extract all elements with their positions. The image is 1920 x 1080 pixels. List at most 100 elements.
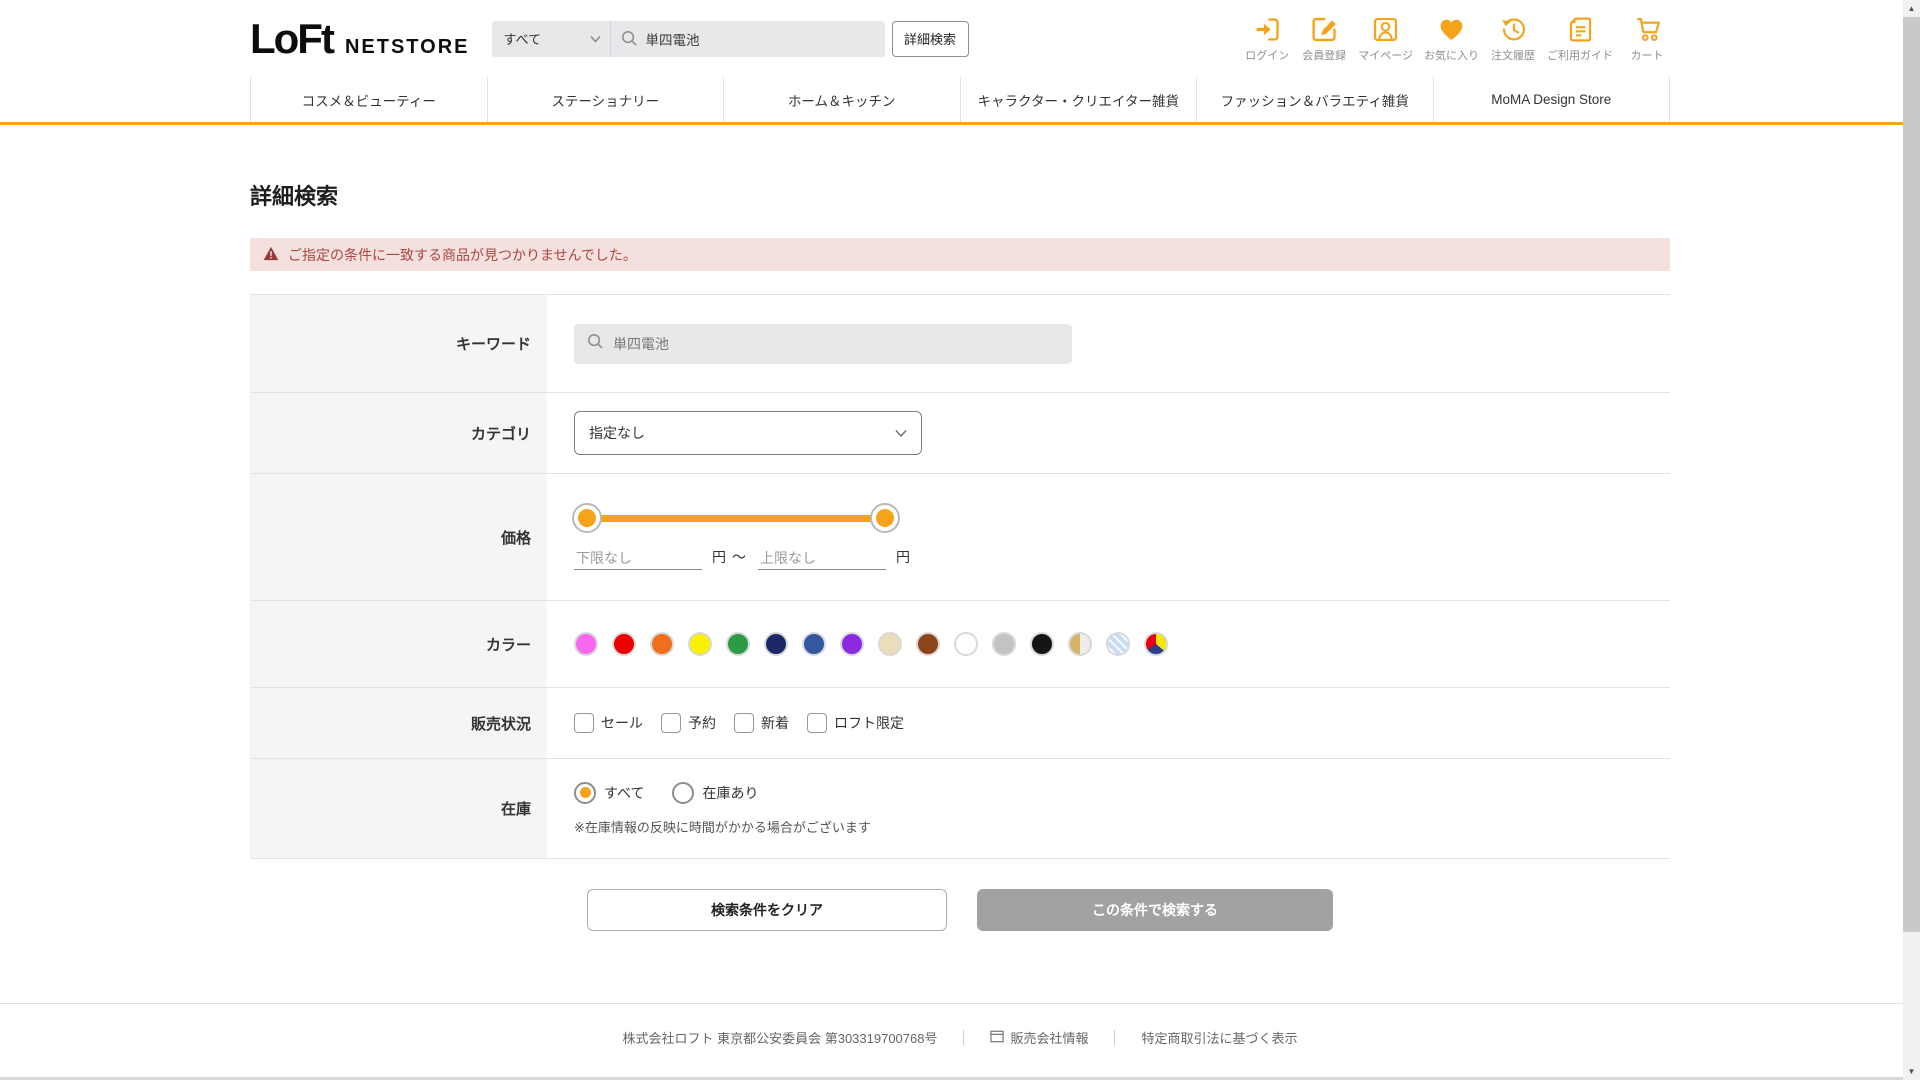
color-swatch-black[interactable] (1030, 632, 1054, 656)
color-swatch-navy[interactable] (764, 632, 788, 656)
search-with-conditions-button[interactable]: この条件で検索する (977, 889, 1333, 931)
header-link-register[interactable]: 会員登録 (1301, 14, 1347, 63)
error-message-bar: ご指定の条件に一致する商品が見つかりませんでした。 (250, 238, 1670, 271)
header-link-login[interactable]: ログイン (1244, 14, 1290, 63)
radio-button[interactable] (574, 781, 596, 804)
checkbox[interactable] (807, 713, 827, 733)
form-actions: 検索条件をクリア この条件で検索する (250, 889, 1670, 931)
color-swatch-green[interactable] (726, 632, 750, 656)
sales-status-option-0[interactable]: セール (574, 713, 643, 733)
color-swatch-clear[interactable] (1106, 632, 1130, 656)
color-swatch-red[interactable] (612, 632, 636, 656)
slider-handle-max[interactable] (872, 504, 898, 531)
search-icon (587, 333, 604, 355)
nav-item-4[interactable]: ファッション＆バラエティ雑貨 (1196, 77, 1433, 122)
nav-item-3[interactable]: キャラクター・クリエイター雑貨 (959, 77, 1197, 122)
color-swatch-orange[interactable] (650, 632, 674, 656)
yen-unit: 円 (712, 548, 726, 565)
keyword-field (574, 323, 1072, 364)
search-input[interactable] (637, 31, 885, 46)
history-icon (1499, 14, 1528, 44)
scrollbar-down-arrow[interactable]: ▼ (1903, 1063, 1920, 1080)
quick-link-label: 注文履歴 (1491, 50, 1535, 62)
color-label: カラー (250, 601, 547, 687)
radio-label: すべて (604, 784, 645, 801)
chevron-down-icon (589, 31, 601, 46)
header-link-mypage[interactable]: マイページ (1358, 14, 1413, 63)
register-icon (1310, 14, 1339, 44)
nav-item-5[interactable]: MoMA Design Store (1432, 77, 1670, 122)
vertical-scrollbar[interactable]: ▲ ▼ (1903, 0, 1920, 1080)
checkbox[interactable] (574, 713, 594, 733)
header-link-favorites[interactable]: お気に入り (1424, 14, 1479, 63)
quick-link-label: カート (1630, 50, 1664, 62)
clear-conditions-button[interactable]: 検索条件をクリア (587, 889, 947, 931)
checkbox[interactable] (734, 713, 754, 733)
search-bar: すべて (491, 20, 885, 57)
stock-option-0[interactable]: すべて (574, 781, 645, 804)
price-max-input[interactable] (758, 546, 886, 570)
mypage-icon (1371, 14, 1400, 44)
checkbox-label: 新着 (761, 715, 789, 731)
price-min-input[interactable] (574, 546, 702, 570)
chevron-down-icon (895, 425, 907, 441)
header-link-cart[interactable]: カート (1624, 14, 1670, 63)
radio-button[interactable] (672, 781, 695, 804)
keyword-label: キーワード (250, 295, 547, 392)
color-swatch-multicolor[interactable] (1144, 632, 1168, 656)
detail-search-button[interactable]: 詳細検索 (891, 20, 969, 57)
nav-item-1[interactable]: ステーショナリー (486, 77, 724, 122)
header-link-order-history[interactable]: 注文履歴 (1490, 14, 1536, 63)
logo-store-text: NETSTORE (344, 35, 470, 58)
quick-link-label: ログイン (1245, 50, 1290, 62)
color-swatch-purple[interactable] (840, 632, 864, 656)
color-swatches (574, 632, 1168, 656)
main-content: 詳細検索 ご指定の条件に一致する商品が見つかりませんでした。 キーワード カテゴ… (250, 179, 1670, 931)
scrollbar-up-arrow[interactable]: ▲ (1903, 0, 1920, 17)
keyword-input[interactable] (604, 335, 1072, 352)
search-category-dropdown[interactable]: すべて (492, 21, 610, 57)
range-separator: ～ (732, 548, 746, 565)
slider-track (587, 514, 885, 522)
header-quick-links: ログイン 会員登録 マイページ お気に入り 注文履歴 ご利用ガイド カート (1244, 14, 1670, 63)
color-swatch-white[interactable] (954, 632, 978, 656)
color-swatch-yellow[interactable] (688, 632, 712, 656)
footer-link-legal[interactable]: 特定商取引法に基づく表示 (1141, 1028, 1297, 1047)
color-swatch-beige[interactable] (878, 632, 902, 656)
category-value: 指定なし (589, 425, 645, 441)
price-label: 価格 (250, 474, 547, 600)
window-icon (990, 1030, 1005, 1046)
quick-link-label: 会員登録 (1302, 50, 1347, 62)
sales-status-option-1[interactable]: 予約 (661, 713, 716, 733)
nav-item-0[interactable]: コスメ＆ビューティー (250, 77, 487, 122)
quick-link-label: マイページ (1358, 50, 1413, 62)
stock-option-1[interactable]: 在庫あり (672, 781, 758, 804)
checkbox[interactable] (661, 713, 681, 733)
error-message-text: ご指定の条件に一致する商品が見つかりませんでした。 (288, 246, 637, 263)
form-row-stock: 在庫 すべて 在庫あり ※在庫情報の反映に時間がかかる場合がございます (250, 759, 1670, 859)
color-swatch-gray[interactable] (992, 632, 1016, 656)
sales-status-option-2[interactable]: 新着 (734, 713, 789, 733)
slider-handle-min[interactable] (574, 504, 600, 531)
color-swatch-brown[interactable] (916, 632, 940, 656)
footer-separator (963, 1030, 965, 1045)
site-header: LoFt NETSTORE すべて 詳細検索 ログイン会員登録マイページお気に入… (0, 0, 1920, 77)
color-swatch-blue[interactable] (802, 632, 826, 656)
color-swatch-gold-silver[interactable] (1068, 632, 1092, 656)
header-link-guide[interactable]: ご利用ガイド (1547, 14, 1613, 63)
category-select[interactable]: 指定なし (574, 411, 922, 455)
login-icon (1253, 14, 1282, 44)
sales-status-option-3[interactable]: ロフト限定 (807, 713, 904, 733)
yen-unit: 円 (896, 548, 910, 565)
color-swatch-pink[interactable] (574, 632, 598, 656)
form-row-price: 価格 円 ～ 円 (250, 474, 1670, 601)
loft-logo[interactable]: LoFt NETSTORE (250, 15, 470, 63)
header-search: すべて 詳細検索 (491, 20, 969, 57)
nav-item-2[interactable]: ホーム＆キッチン (723, 77, 960, 122)
form-row-category: カテゴリ 指定なし (250, 393, 1670, 474)
scrollbar-thumb[interactable] (1903, 17, 1920, 932)
stock-label: 在庫 (250, 759, 547, 858)
footer-link-company-info[interactable]: 販売会社情報 (990, 1028, 1088, 1047)
form-row-color: カラー (250, 601, 1670, 688)
site-footer: 株式会社ロフト 東京都公安委員会 第303319700768号 販売会社情報 特… (0, 1003, 1920, 1077)
